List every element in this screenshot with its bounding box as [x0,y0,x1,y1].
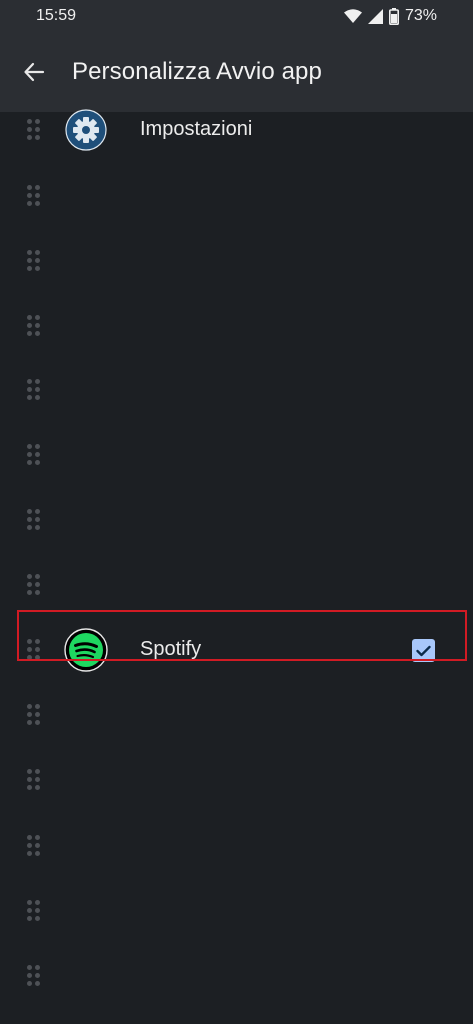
battery-percent: 73% [404,7,437,24]
list-item[interactable] [0,294,473,360]
drag-handle-icon[interactable] [27,574,43,596]
app-checkbox[interactable] [412,639,435,662]
status-bar: 15:59 73% [0,0,473,32]
app-label: Impostazioni [140,118,253,140]
list-item[interactable] [0,488,473,554]
list-item[interactable] [0,748,473,814]
list-item[interactable] [0,683,473,749]
back-button[interactable] [18,56,50,88]
drag-handle-icon[interactable] [27,185,43,207]
list-item[interactable] [0,423,473,489]
list-item[interactable] [0,358,473,424]
drag-handle-icon[interactable] [27,119,43,141]
list-item-spotify[interactable]: Spotify [0,618,473,684]
drag-handle-icon[interactable] [27,769,43,791]
drag-handle-icon[interactable] [27,965,43,987]
list-item[interactable] [0,553,473,619]
drag-handle-icon[interactable] [27,379,43,401]
list-item[interactable] [0,229,473,295]
drag-handle-icon[interactable] [27,835,43,857]
signal-icon [367,8,383,24]
back-arrow-icon [24,62,45,82]
app-label: Spotify [140,638,202,660]
list-item[interactable] [0,164,473,230]
list-item[interactable] [0,814,473,880]
checkmark-icon [416,645,431,656]
status-time: 15:59 [36,7,77,24]
drag-handle-icon[interactable] [27,900,43,922]
drag-handle-icon[interactable] [27,509,43,531]
status-icons: 73% [343,7,437,25]
page-title: Personalizza Avvio app [72,58,322,85]
settings-gear-icon [65,109,107,151]
drag-handle-icon[interactable] [27,704,43,726]
list-item-impostazioni[interactable]: Impostazioni [0,98,473,164]
battery-icon [388,7,399,25]
list-item[interactable] [0,879,473,945]
spotify-icon [64,628,108,672]
drag-handle-icon[interactable] [27,315,43,337]
drag-handle-icon[interactable] [27,250,43,272]
drag-handle-icon[interactable] [27,444,43,466]
wifi-icon [343,9,362,23]
app-list: Impostazioni Spotify [0,109,473,1024]
drag-handle-icon[interactable] [27,639,43,661]
list-item[interactable] [0,944,473,1010]
